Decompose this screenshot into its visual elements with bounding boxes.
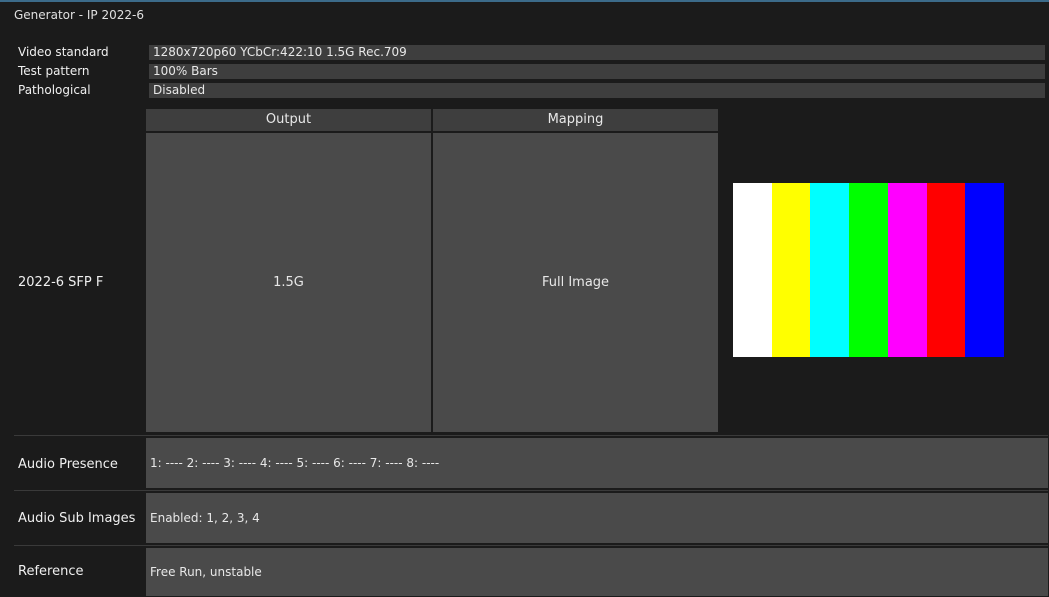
output-header: Output [146, 109, 431, 131]
reference-label: Reference [18, 564, 84, 579]
color-bar-7 [965, 183, 1005, 357]
color-bar-6 [926, 183, 966, 357]
color-bar-5 [887, 183, 927, 357]
pathological-label: Pathological [18, 83, 91, 97]
color-bar-2 [771, 183, 811, 357]
color-bar-4 [849, 183, 888, 357]
color-bars-preview [733, 183, 1005, 357]
divider [14, 435, 1048, 436]
test-pattern-value[interactable]: 100% Bars [149, 64, 1045, 79]
video-standard-label: Video standard [18, 45, 109, 59]
mapping-header: Mapping [433, 109, 718, 131]
audio-presence-label: Audio Presence [18, 457, 118, 472]
mapping-cell[interactable]: Full Image [433, 133, 718, 432]
video-standard-value[interactable]: 1280x720p60 YCbCr:422:10 1.5G Rec.709 [149, 45, 1045, 60]
audio-sub-images-value[interactable]: Enabled: 1, 2, 3, 4 [146, 493, 1048, 543]
audio-sub-images-label: Audio Sub Images [18, 511, 136, 526]
reference-value[interactable]: Free Run, unstable [146, 548, 1048, 596]
color-bar-3 [810, 183, 850, 357]
test-pattern-label: Test pattern [18, 64, 90, 78]
sfp-row-label: 2022-6 SFP F [18, 275, 104, 290]
generator-panel: Generator - IP 2022-6 Video standard 128… [0, 0, 1049, 597]
color-bar-1 [733, 183, 772, 357]
pathological-value[interactable]: Disabled [149, 83, 1045, 98]
panel-title: Generator - IP 2022-6 [14, 8, 144, 22]
audio-presence-value[interactable]: 1: ---- 2: ---- 3: ---- 4: ---- 5: ---- … [146, 438, 1048, 488]
divider [14, 545, 1048, 546]
output-cell[interactable]: 1.5G [146, 133, 431, 432]
divider [14, 490, 1048, 491]
